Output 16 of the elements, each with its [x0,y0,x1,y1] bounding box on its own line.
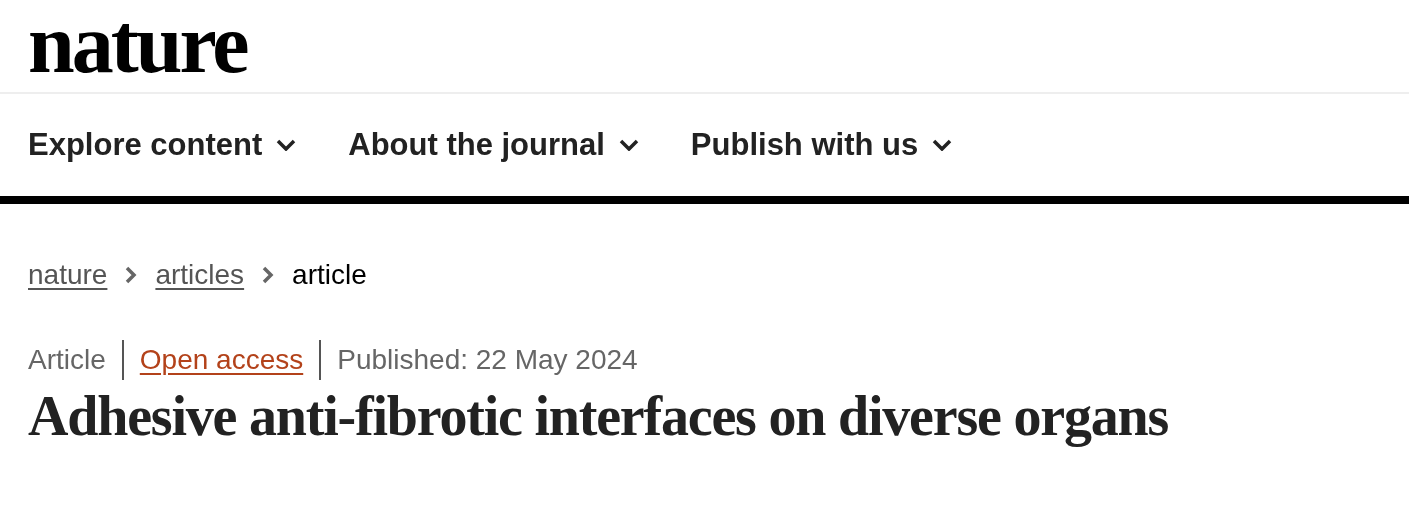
chevron-right-icon [262,266,275,284]
publish-date: Published: 22 May 2024 [337,343,638,377]
nav-menu-button[interactable]: Explore content [28,121,297,169]
nav-menu-button[interactable]: Publish with us [690,121,953,169]
article-title: Adhesive anti-fibrotic interfaces on diverse organs [27,384,1170,448]
breadcrumb-link[interactable]: nature [28,254,108,296]
article-type: Article [28,343,106,377]
chevron-down-icon [618,139,639,151]
nav-menu-button[interactable]: About the journal [348,121,639,169]
chevron-right-icon [125,266,138,284]
site-logo[interactable]: nature [28,12,247,76]
open-access-link[interactable]: Open access [139,339,304,381]
breadcrumb-current: article [292,258,367,292]
breadcrumb-link[interactable]: articles [155,254,245,296]
chevron-down-icon [932,139,953,151]
chevron-down-icon [276,139,297,151]
